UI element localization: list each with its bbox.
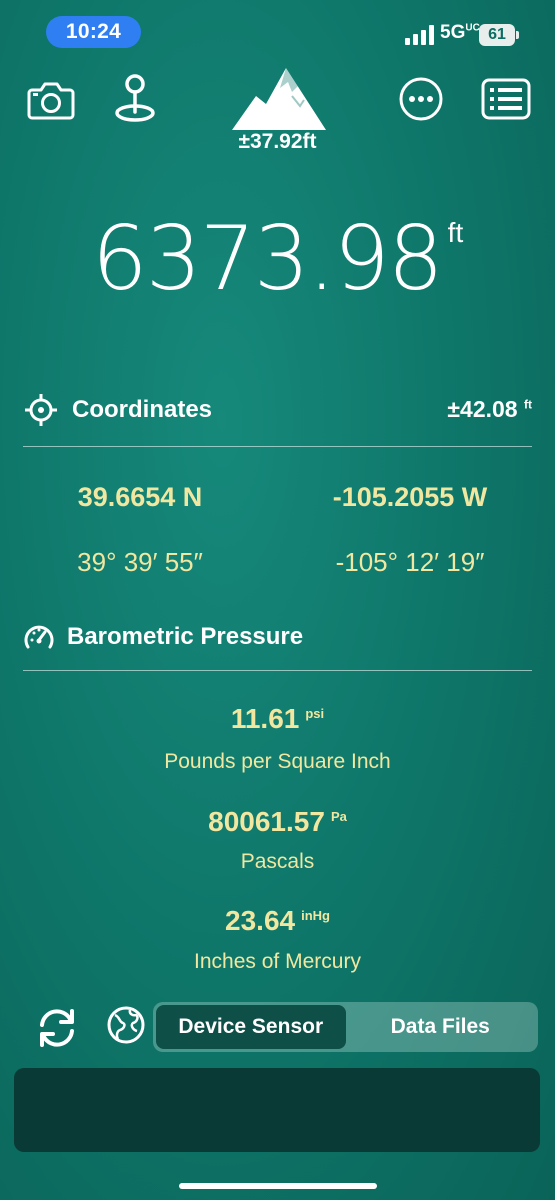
- map-layer-button[interactable]: [106, 1005, 146, 1045]
- camera-button[interactable]: [26, 78, 76, 122]
- longitude-dms: -105° 12′ 19″: [335, 547, 485, 577]
- pressure-inhg-label: Inches of Mercury: [194, 950, 361, 973]
- list-icon: [481, 78, 531, 120]
- elevation-value: 6373.98: [91, 207, 444, 310]
- more-options-button[interactable]: [398, 76, 444, 122]
- pressure-inhg-value: 23.64 inHg: [0, 905, 555, 937]
- pressure-pa-label: Pascals: [240, 850, 315, 873]
- pressure-psi-label: Pounds per Square Inch: [164, 750, 391, 773]
- longitude-decimal: -105.2055 W: [332, 482, 488, 512]
- crosshair-icon: [25, 394, 57, 426]
- coordinates-accuracy-unit: ft: [524, 397, 532, 412]
- coordinates-divider: [23, 446, 532, 447]
- network-indicator: 5GUC: [440, 22, 480, 44]
- coordinates-accuracy: ±42.08 ft: [400, 396, 532, 423]
- more-icon: [399, 77, 443, 121]
- pressure-title: Barometric Pressure: [67, 623, 304, 650]
- device-sensor-tab[interactable]: Device Sensor: [156, 1005, 346, 1049]
- signal-strength-icon: [405, 25, 434, 45]
- source-selector[interactable]: Device Sensor Data Files: [153, 1002, 538, 1052]
- inhg-unit: inHg: [301, 907, 330, 923]
- coordinates-accuracy-value: ±42.08: [447, 396, 518, 422]
- battery-indicator: 61: [479, 24, 519, 46]
- psi-unit: psi: [305, 705, 325, 721]
- log-list-button[interactable]: [481, 78, 531, 120]
- inhg-value: 23.64: [225, 905, 296, 936]
- latitude-decimal: 39.6654 N: [77, 482, 203, 512]
- pressure-pa-value: 80061.57 Pa: [0, 806, 555, 838]
- elevation-display: 6373.98 ft: [0, 215, 555, 303]
- sync-icon: [40, 1009, 74, 1047]
- camera-icon: [27, 82, 75, 120]
- location-pin-button[interactable]: [113, 74, 157, 124]
- bottom-panel: [14, 1068, 540, 1152]
- network-label: 5G: [440, 22, 466, 43]
- pa-unit: Pa: [330, 808, 347, 824]
- elevation-accuracy: ±37.92ft: [238, 130, 317, 153]
- elevation-unit: ft: [447, 217, 464, 248]
- mountain-logo: [230, 66, 328, 132]
- refresh-button[interactable]: [34, 1005, 80, 1051]
- latitude-dms: 39° 39′ 55″: [77, 547, 203, 577]
- globe-icon: [107, 1006, 145, 1044]
- pressure-psi-value: 11.61 psi: [0, 703, 555, 735]
- map-pin-icon: [115, 74, 155, 122]
- pressure-divider: [23, 670, 532, 671]
- data-files-tab[interactable]: Data Files: [346, 1005, 536, 1049]
- status-time: 10:24: [46, 16, 141, 48]
- psi-value: 11.61: [230, 703, 300, 734]
- home-indicator[interactable]: [179, 1183, 377, 1189]
- coordinates-title: Coordinates: [72, 396, 213, 423]
- mountain-icon: [232, 68, 326, 130]
- gauge-icon: [24, 625, 54, 649]
- network-suffix: UC: [465, 22, 480, 34]
- pa-value: 80061.57: [208, 806, 325, 837]
